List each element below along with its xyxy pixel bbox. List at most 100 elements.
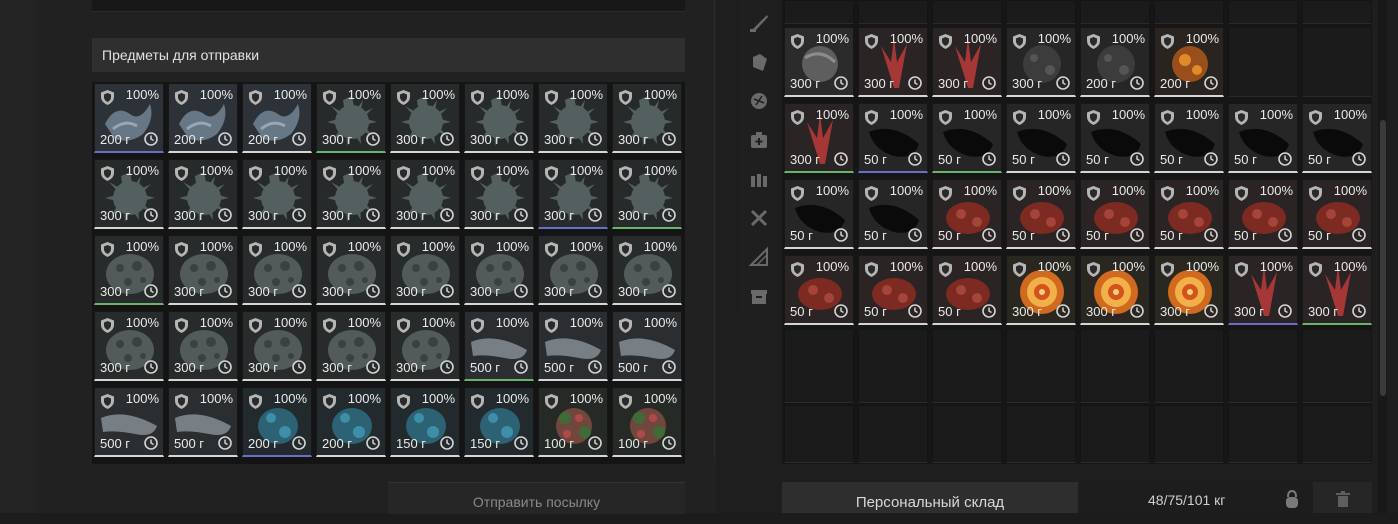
storage-empty-slot[interactable] (1006, 329, 1076, 403)
storage-empty-slot[interactable] (1228, 329, 1298, 403)
shield-icon (249, 90, 262, 105)
storage-item-slot[interactable]: 100% 300 г (784, 27, 854, 97)
storage-empty-slot[interactable] (932, 405, 1002, 463)
storage-item-slot[interactable]: 100% 300 г (784, 103, 854, 173)
send-item-slot[interactable]: 100% 300 г (538, 235, 608, 305)
storage-item-slot[interactable]: 100% 200 г (1080, 27, 1150, 97)
send-item-slot[interactable]: 100% 300 г (94, 159, 164, 229)
send-item-slot[interactable]: 100% 300 г (168, 235, 238, 305)
send-item-slot[interactable]: 100% 300 г (316, 235, 386, 305)
storage-item-slot[interactable]: 100% 200 г (1154, 27, 1224, 97)
send-item-slot[interactable]: 100% 300 г (168, 159, 238, 229)
storage-empty-slot[interactable] (1154, 405, 1224, 463)
storage-item-slot[interactable]: 100% 50 г (858, 179, 928, 249)
send-item-slot[interactable]: 100% 300 г (390, 83, 460, 153)
send-item-slot[interactable]: 100% 300 г (464, 83, 534, 153)
send-item-slot[interactable]: 100% 150 г (390, 387, 460, 457)
send-item-slot[interactable]: 100% 150 г (464, 387, 534, 457)
send-item-slot[interactable]: 100% 300 г (242, 159, 312, 229)
storage-tab[interactable] (740, 123, 780, 159)
send-item-slot[interactable]: 100% 300 г (242, 235, 312, 305)
send-item-slot[interactable]: 100% 200 г (242, 387, 312, 457)
storage-tab[interactable] (740, 240, 780, 276)
storage-item-slot[interactable]: 100% 300 г (932, 27, 1002, 97)
send-item-slot[interactable]: 100% 300 г (390, 235, 460, 305)
send-item-slot[interactable]: 100% 300 г (612, 159, 682, 229)
storage-empty-slot[interactable] (784, 329, 854, 403)
storage-empty-slot[interactable] (858, 405, 928, 463)
storage-tab[interactable] (740, 6, 780, 42)
storage-empty-slot[interactable] (1006, 405, 1076, 463)
send-item-slot[interactable]: 100% 200 г (242, 83, 312, 153)
storage-item-slot[interactable]: 100% 300 г (1080, 255, 1150, 325)
storage-item-slot[interactable]: 100% 300 г (1228, 255, 1298, 325)
send-item-slot[interactable]: 100% 300 г (94, 235, 164, 305)
personal-storage-button[interactable]: Персональный склад (782, 482, 1078, 513)
storage-item-slot[interactable]: 100% 50 г (932, 255, 1002, 325)
storage-empty-slot[interactable] (858, 329, 928, 403)
storage-item-slot[interactable]: 100% 50 г (1228, 179, 1298, 249)
storage-item-slot[interactable]: 100% 50 г (784, 179, 854, 249)
send-item-slot[interactable]: 100% 100 г (538, 387, 608, 457)
storage-item-slot[interactable]: 100% 300 г (858, 27, 928, 97)
storage-item-slot[interactable]: 100% 50 г (932, 179, 1002, 249)
storage-empty-slot[interactable] (1080, 405, 1150, 463)
send-item-slot[interactable]: 100% 300 г (316, 83, 386, 153)
send-item-slot[interactable]: 100% 200 г (168, 83, 238, 153)
storage-empty-slot[interactable] (1154, 329, 1224, 403)
send-item-slot[interactable]: 100% 300 г (390, 311, 460, 381)
send-item-slot[interactable]: 100% 300 г (242, 311, 312, 381)
send-item-slot[interactable]: 100% 300 г (316, 311, 386, 381)
send-item-slot[interactable]: 100% 300 г (612, 235, 682, 305)
storage-empty-slot[interactable] (1302, 27, 1372, 97)
send-item-slot[interactable]: 100% 100 г (612, 387, 682, 457)
send-item-slot[interactable]: 100% 300 г (538, 83, 608, 153)
send-item-slot[interactable]: 100% 300 г (168, 311, 238, 381)
send-item-slot[interactable]: 100% 300 г (316, 159, 386, 229)
storage-item-slot[interactable]: 100% 50 г (1080, 179, 1150, 249)
storage-empty-slot[interactable] (932, 329, 1002, 403)
storage-empty-slot[interactable] (1228, 405, 1298, 463)
storage-tab[interactable] (740, 84, 780, 120)
send-item-slot[interactable]: 100% 500 г (168, 387, 238, 457)
send-item-slot[interactable]: 100% 200 г (316, 387, 386, 457)
storage-scrollbar-thumb[interactable] (1380, 120, 1386, 396)
storage-item-slot[interactable]: 100% 300 г (1154, 255, 1224, 325)
storage-empty-slot[interactable] (1302, 329, 1372, 403)
storage-item-slot[interactable]: 100% 300 г (1302, 255, 1372, 325)
storage-empty-slot[interactable] (1080, 329, 1150, 403)
storage-item-slot[interactable]: 100% 50 г (1080, 103, 1150, 173)
send-item-slot[interactable]: 100% 300 г (612, 83, 682, 153)
storage-item-slot[interactable]: 100% 50 г (1006, 103, 1076, 173)
storage-item-slot[interactable]: 100% 50 г (784, 255, 854, 325)
storage-item-slot[interactable]: 100% 50 г (1154, 179, 1224, 249)
send-item-slot[interactable]: 100% 300 г (464, 235, 534, 305)
storage-item-slot[interactable]: 100% 50 г (858, 103, 928, 173)
storage-empty-slot[interactable] (1228, 27, 1298, 97)
storage-empty-slot[interactable] (784, 405, 854, 463)
storage-item-slot[interactable]: 100% 50 г (1302, 103, 1372, 173)
storage-item-slot[interactable]: 100% 50 г (1154, 103, 1224, 173)
storage-tab[interactable] (740, 201, 780, 237)
send-item-slot[interactable]: 100% 500 г (612, 311, 682, 381)
storage-tab[interactable] (740, 45, 780, 81)
storage-item-slot[interactable]: 100% 50 г (858, 255, 928, 325)
storage-item-slot[interactable]: 100% 50 г (1302, 179, 1372, 249)
storage-item-slot[interactable]: 100% 50 г (932, 103, 1002, 173)
storage-tab[interactable] (740, 162, 780, 198)
send-item-slot[interactable]: 100% 300 г (464, 159, 534, 229)
send-item-slot[interactable]: 100% 300 г (538, 159, 608, 229)
storage-item-slot[interactable]: 100% 50 г (1228, 103, 1298, 173)
storage-tab[interactable] (740, 279, 780, 315)
storage-item-slot[interactable]: 100% 300 г (1006, 27, 1076, 97)
send-item-slot[interactable]: 100% 500 г (464, 311, 534, 381)
storage-item-slot[interactable]: 100% 50 г (1006, 179, 1076, 249)
send-item-slot[interactable]: 100% 200 г (94, 83, 164, 153)
send-item-slot[interactable]: 100% 500 г (94, 387, 164, 457)
storage-item-slot[interactable]: 100% 300 г (1006, 255, 1076, 325)
storage-empty-slot[interactable] (1302, 405, 1372, 463)
send-item-slot[interactable]: 100% 300 г (390, 159, 460, 229)
send-item-slot[interactable]: 100% 500 г (538, 311, 608, 381)
send-parcel-button[interactable]: Отправить посылку (388, 482, 685, 514)
send-item-slot[interactable]: 100% 300 г (94, 311, 164, 381)
